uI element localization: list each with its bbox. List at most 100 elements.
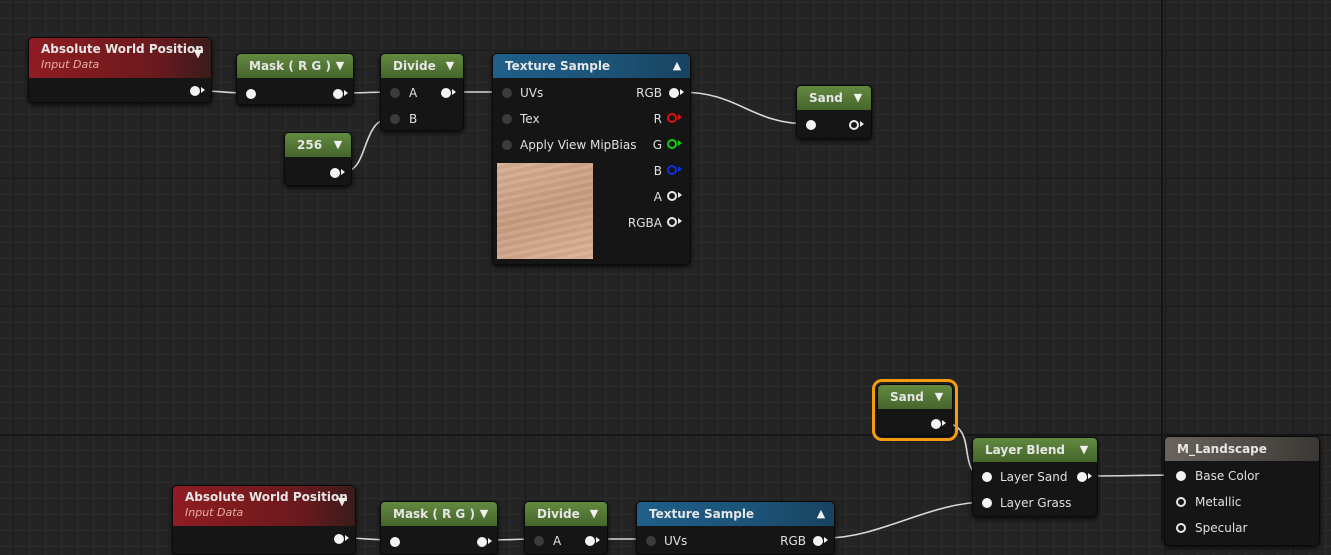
- input-pin-a[interactable]: [534, 536, 544, 546]
- output-pin[interactable]: [330, 168, 345, 178]
- layer-blend-node[interactable]: Layer Blend ▼ Layer Sand Layer Grass: [972, 437, 1098, 517]
- divide-node-2[interactable]: Divide ▼ A: [524, 501, 608, 555]
- output-pin-g[interactable]: [667, 139, 682, 149]
- input-pin[interactable]: [246, 89, 256, 99]
- chevron-down-icon[interactable]: ▼: [851, 86, 865, 110]
- input-pin-base-color[interactable]: [1176, 471, 1186, 481]
- output-pin[interactable]: [441, 88, 456, 98]
- texture-preview: [497, 163, 593, 259]
- constant-node[interactable]: 256 ▼: [284, 132, 352, 186]
- input-pin-b[interactable]: [390, 114, 400, 124]
- pin-label-a: A: [553, 534, 562, 548]
- node-header[interactable]: Sand ▼: [878, 385, 952, 409]
- output-pin-rgb[interactable]: [813, 536, 828, 546]
- pin-label-rgb: RGB: [636, 86, 662, 100]
- node-header[interactable]: 256 ▼: [285, 133, 351, 157]
- chevron-up-icon[interactable]: ▲: [670, 54, 684, 78]
- node-title: Divide: [537, 507, 580, 521]
- output-pin[interactable]: [585, 536, 600, 546]
- node-header[interactable]: Texture Sample ▲: [493, 54, 690, 78]
- node-title: Mask ( R G ): [393, 507, 475, 521]
- node-header[interactable]: Sand ▼: [797, 86, 871, 110]
- output-pin[interactable]: [477, 537, 492, 547]
- sand-reroute-node[interactable]: Sand ▼: [796, 85, 872, 139]
- chevron-down-icon[interactable]: ▼: [443, 54, 457, 78]
- mask-node-2[interactable]: Mask ( R G ) ▼: [380, 501, 498, 555]
- material-result-node[interactable]: M_Landscape Base Color Metallic Specular: [1164, 436, 1320, 546]
- node-title: Sand: [809, 91, 843, 105]
- node-title: Absolute World Position: [41, 42, 204, 56]
- input-pin-a[interactable]: [390, 88, 400, 98]
- output-pin[interactable]: [931, 419, 946, 429]
- chevron-down-icon[interactable]: ▼: [335, 494, 349, 518]
- pin-label-a: A: [409, 86, 418, 100]
- output-pin[interactable]: [849, 120, 864, 130]
- pin-label-metallic: Metallic: [1195, 495, 1242, 509]
- node-title: Divide: [393, 59, 436, 73]
- node-header[interactable]: M_Landscape: [1165, 437, 1319, 461]
- pin-label-layer-sand: Layer Sand: [1000, 470, 1068, 484]
- pin-label-r: R: [653, 112, 662, 126]
- output-pin[interactable]: [334, 534, 349, 544]
- output-pin-rgba[interactable]: [667, 217, 682, 227]
- node-header[interactable]: Mask ( R G ) ▼: [381, 502, 497, 526]
- node-title: Mask ( R G ): [249, 59, 331, 73]
- output-pin-a[interactable]: [667, 191, 682, 201]
- input-pin-layer-sand[interactable]: [982, 472, 992, 482]
- chevron-down-icon[interactable]: ▼: [477, 502, 491, 526]
- mask-node[interactable]: Mask ( R G ) ▼: [236, 53, 354, 105]
- node-header[interactable]: Texture Sample ▲: [637, 502, 834, 526]
- texture-sample-node-2[interactable]: Texture Sample ▲ UVs RGB: [636, 501, 835, 555]
- pin-label-mipbias: Apply View MipBias: [520, 138, 637, 152]
- input-pin-specular[interactable]: [1176, 523, 1186, 533]
- pin-label-specular: Specular: [1195, 521, 1248, 535]
- input-pin-uvs[interactable]: [646, 536, 656, 546]
- chevron-down-icon[interactable]: ▼: [191, 46, 205, 70]
- sand-usage-node[interactable]: Sand ▼: [872, 379, 958, 441]
- constant-value: 256: [297, 138, 323, 152]
- pin-label-b: B: [653, 164, 662, 178]
- chevron-down-icon[interactable]: ▼: [333, 54, 347, 78]
- input-pin-layer-grass[interactable]: [982, 498, 992, 508]
- node-header[interactable]: Layer Blend ▼: [973, 438, 1097, 462]
- node-header[interactable]: Absolute World Position Input Data ▼: [173, 486, 355, 526]
- output-pin[interactable]: [190, 86, 205, 96]
- node-title: Layer Blend: [985, 443, 1065, 457]
- output-pin-rgb[interactable]: [669, 88, 684, 98]
- output-pin[interactable]: [333, 89, 348, 99]
- wire-texture-sand: [679, 91, 810, 125]
- chevron-up-icon[interactable]: ▲: [814, 502, 828, 526]
- node-subtitle: Input Data: [41, 58, 100, 71]
- absolute-world-position-node[interactable]: Absolute World Position Input Data ▼: [28, 37, 212, 103]
- input-pin[interactable]: [806, 120, 816, 130]
- chevron-down-icon[interactable]: ▼: [932, 385, 946, 409]
- chevron-down-icon[interactable]: ▼: [1077, 438, 1091, 462]
- output-pin-r[interactable]: [667, 113, 682, 123]
- node-header[interactable]: Absolute World Position Input Data ▼: [29, 38, 211, 78]
- node-header[interactable]: Divide ▼: [381, 54, 463, 78]
- output-pin-b[interactable]: [667, 165, 682, 175]
- pin-label-g: G: [652, 138, 662, 152]
- pin-label-base-color: Base Color: [1195, 469, 1260, 483]
- input-pin-uvs[interactable]: [502, 88, 512, 98]
- output-pin[interactable]: [1077, 472, 1092, 482]
- pin-label-a: A: [653, 190, 662, 204]
- input-pin[interactable]: [390, 537, 400, 547]
- divide-node[interactable]: Divide ▼ A B: [380, 53, 464, 131]
- node-title: Texture Sample: [505, 59, 611, 73]
- node-title: Texture Sample: [649, 507, 755, 521]
- input-pin-mipbias[interactable]: [502, 140, 512, 150]
- input-pin-tex[interactable]: [502, 114, 512, 124]
- pin-label-layer-grass: Layer Grass: [1000, 496, 1072, 510]
- pin-label-uvs: UVs: [520, 86, 544, 100]
- node-header[interactable]: Mask ( R G ) ▼: [237, 54, 353, 78]
- chevron-down-icon[interactable]: ▼: [331, 133, 345, 157]
- node-title: Sand: [890, 390, 924, 404]
- node-title: Absolute World Position: [185, 490, 348, 504]
- input-pin-metallic[interactable]: [1176, 497, 1186, 507]
- node-header[interactable]: Divide ▼: [525, 502, 607, 526]
- texture-sample-node[interactable]: Texture Sample ▲ UVs Tex Apply View MipB…: [492, 53, 691, 265]
- chevron-down-icon[interactable]: ▼: [587, 502, 601, 526]
- absolute-world-position-node-2[interactable]: Absolute World Position Input Data ▼: [172, 485, 356, 555]
- pin-label-uvs: UVs: [664, 534, 688, 548]
